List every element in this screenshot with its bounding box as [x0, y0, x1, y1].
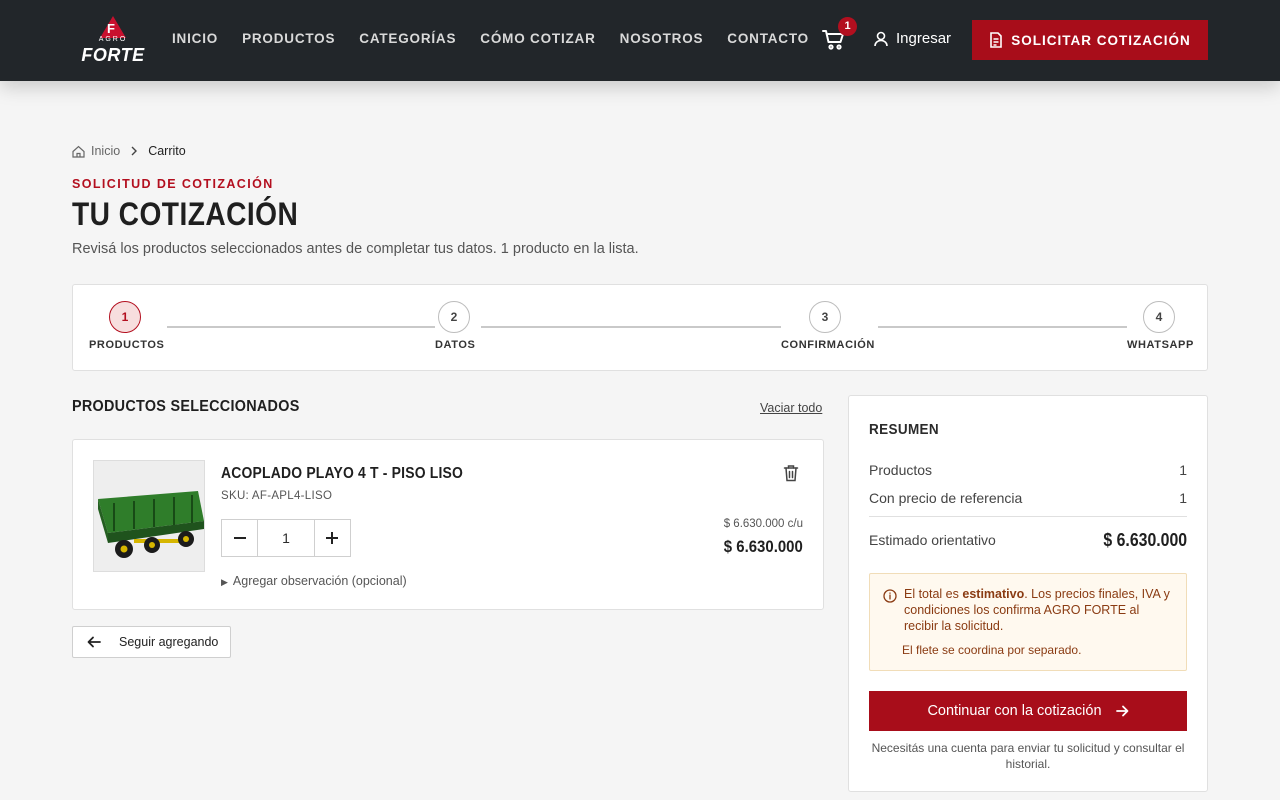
continue-quote-label: Continuar con la cotización: [927, 703, 1102, 719]
checkout-stepper: 1 PRODUCTOS 2 DATOS 3 CONFIRMACIÓN 4 WHA…: [72, 284, 1208, 371]
summary-row-label: Productos: [869, 462, 933, 478]
step-connector: [481, 326, 781, 328]
estimate-notice: El total es estimativo. Los precios fina…: [869, 573, 1187, 671]
step-1-label: PRODUCTOS: [89, 339, 165, 351]
summary-title: RESUMEN: [869, 421, 940, 438]
step-2-circle: 2: [438, 301, 470, 333]
add-observation-label: Agregar observación (opcional): [232, 574, 407, 588]
page-eyebrow: SOLICITUD DE COTIZACIÓN: [72, 177, 274, 191]
clear-all-link[interactable]: Vaciar todo: [760, 401, 822, 415]
logo-mark-letter: F: [107, 21, 115, 36]
info-icon: [883, 589, 897, 603]
continue-quote-button[interactable]: Continuar con la cotización: [869, 691, 1187, 731]
nav-item-inicio[interactable]: INICIO: [172, 31, 218, 46]
add-observation-toggle[interactable]: ▶ Agregar observación (opcional): [221, 574, 407, 588]
products-section-title: PRODUCTOS SELECCIONADOS: [72, 398, 300, 415]
page-subtitle: Revisá los productos seleccionados antes…: [72, 241, 639, 257]
login-link[interactable]: Ingresar: [874, 30, 951, 47]
home-icon: [72, 145, 85, 158]
nav-item-productos[interactable]: PRODUCTOS: [242, 31, 335, 46]
nav-item-contacto[interactable]: CONTACTO: [727, 31, 809, 46]
summary-divider: [869, 516, 1187, 517]
step-connector: [878, 326, 1127, 328]
disclosure-triangle-icon: ▶: [221, 577, 228, 587]
decrease-quantity-button[interactable]: [222, 520, 257, 556]
step-1-circle: 1: [109, 301, 141, 333]
summary-row-reference-price: Con precio de referencia 1: [869, 490, 1187, 506]
estimate-value: $ 6.630.000: [1103, 530, 1187, 550]
cart-item-card: ACOPLADO PLAYO 4 T - PISO LISO SKU: AF-A…: [72, 439, 824, 610]
keep-adding-label: Seguir agregando: [119, 635, 219, 649]
summary-row-label: Con precio de referencia: [869, 490, 1023, 506]
breadcrumb-home-link[interactable]: Inicio: [91, 144, 120, 158]
account-required-note: Necesitás una cuenta para enviar tu soli…: [871, 741, 1185, 771]
login-label: Ingresar: [896, 30, 952, 47]
summary-row-products: Productos 1: [869, 462, 1187, 478]
logo-agro-text: AGRO: [98, 36, 128, 43]
trailer-image: [94, 461, 204, 571]
breadcrumb-current: Carrito: [148, 144, 186, 158]
step-4-label: WHATSAPP: [1127, 339, 1194, 351]
document-icon: [990, 32, 1003, 48]
request-quote-button[interactable]: SOLICITAR COTIZACIÓN: [972, 20, 1208, 60]
quote-summary-panel: RESUMEN Productos 1 Con precio de refere…: [848, 395, 1208, 792]
notice-bold: estimativo: [962, 587, 1025, 601]
nav-item-nosotros[interactable]: NOSOTROS: [620, 31, 704, 46]
breadcrumb: Inicio Carrito: [72, 144, 186, 158]
summary-row-value: 1: [1179, 462, 1187, 478]
page-title: TU COTIZACIÓN: [72, 196, 299, 232]
trash-icon[interactable]: [783, 464, 799, 482]
increase-quantity-button[interactable]: [315, 520, 350, 556]
plus-icon: [326, 532, 339, 544]
arrow-right-icon: [1115, 705, 1128, 717]
notice-prefix: El total es: [904, 587, 963, 601]
user-icon: [874, 31, 888, 46]
product-name[interactable]: ACOPLADO PLAYO 4 T - PISO LISO: [221, 465, 463, 483]
step-2-label: DATOS: [435, 339, 476, 351]
product-sku: SKU: AF-APL4-LISO: [221, 490, 333, 502]
step-4-circle: 4: [1143, 301, 1175, 333]
cart-count-badge: 1: [838, 17, 857, 36]
estimate-label: Estimado orientativo: [869, 532, 996, 548]
agro-forte-logo[interactable]: F AGRO FORTE: [78, 16, 148, 66]
summary-row-value: 1: [1179, 490, 1187, 506]
line-total-price: $ 6.630.000: [723, 537, 803, 556]
product-thumbnail[interactable]: [93, 460, 205, 572]
step-3-label: CONFIRMACIÓN: [781, 339, 875, 351]
unit-price: $ 6.630.000 c/u: [723, 518, 803, 530]
main-nav: INICIO PRODUCTOS CATEGORÍAS CÓMO COTIZAR…: [172, 31, 833, 46]
keep-adding-button[interactable]: Seguir agregando: [72, 626, 231, 658]
request-quote-label: SOLICITAR COTIZACIÓN: [1011, 32, 1191, 48]
step-connector: [167, 326, 435, 328]
quantity-input[interactable]: 1: [257, 520, 315, 556]
arrow-left-icon: [87, 636, 101, 648]
minus-icon: [233, 537, 246, 539]
freight-note: El flete se coordina por separado.: [902, 643, 1082, 657]
logo-forte-text: FORTE: [81, 45, 145, 65]
step-3-circle: 3: [809, 301, 841, 333]
top-navbar: F AGRO FORTE INICIO PRODUCTOS CATEGORÍAS…: [0, 0, 1280, 81]
nav-item-categorias[interactable]: CATEGORÍAS: [359, 31, 456, 46]
quantity-stepper: 1: [221, 519, 351, 557]
notice-text: El total es estimativo. Los precios fina…: [904, 586, 1176, 634]
chevron-right-icon: [131, 146, 138, 156]
nav-item-como-cotizar[interactable]: CÓMO COTIZAR: [480, 31, 595, 46]
